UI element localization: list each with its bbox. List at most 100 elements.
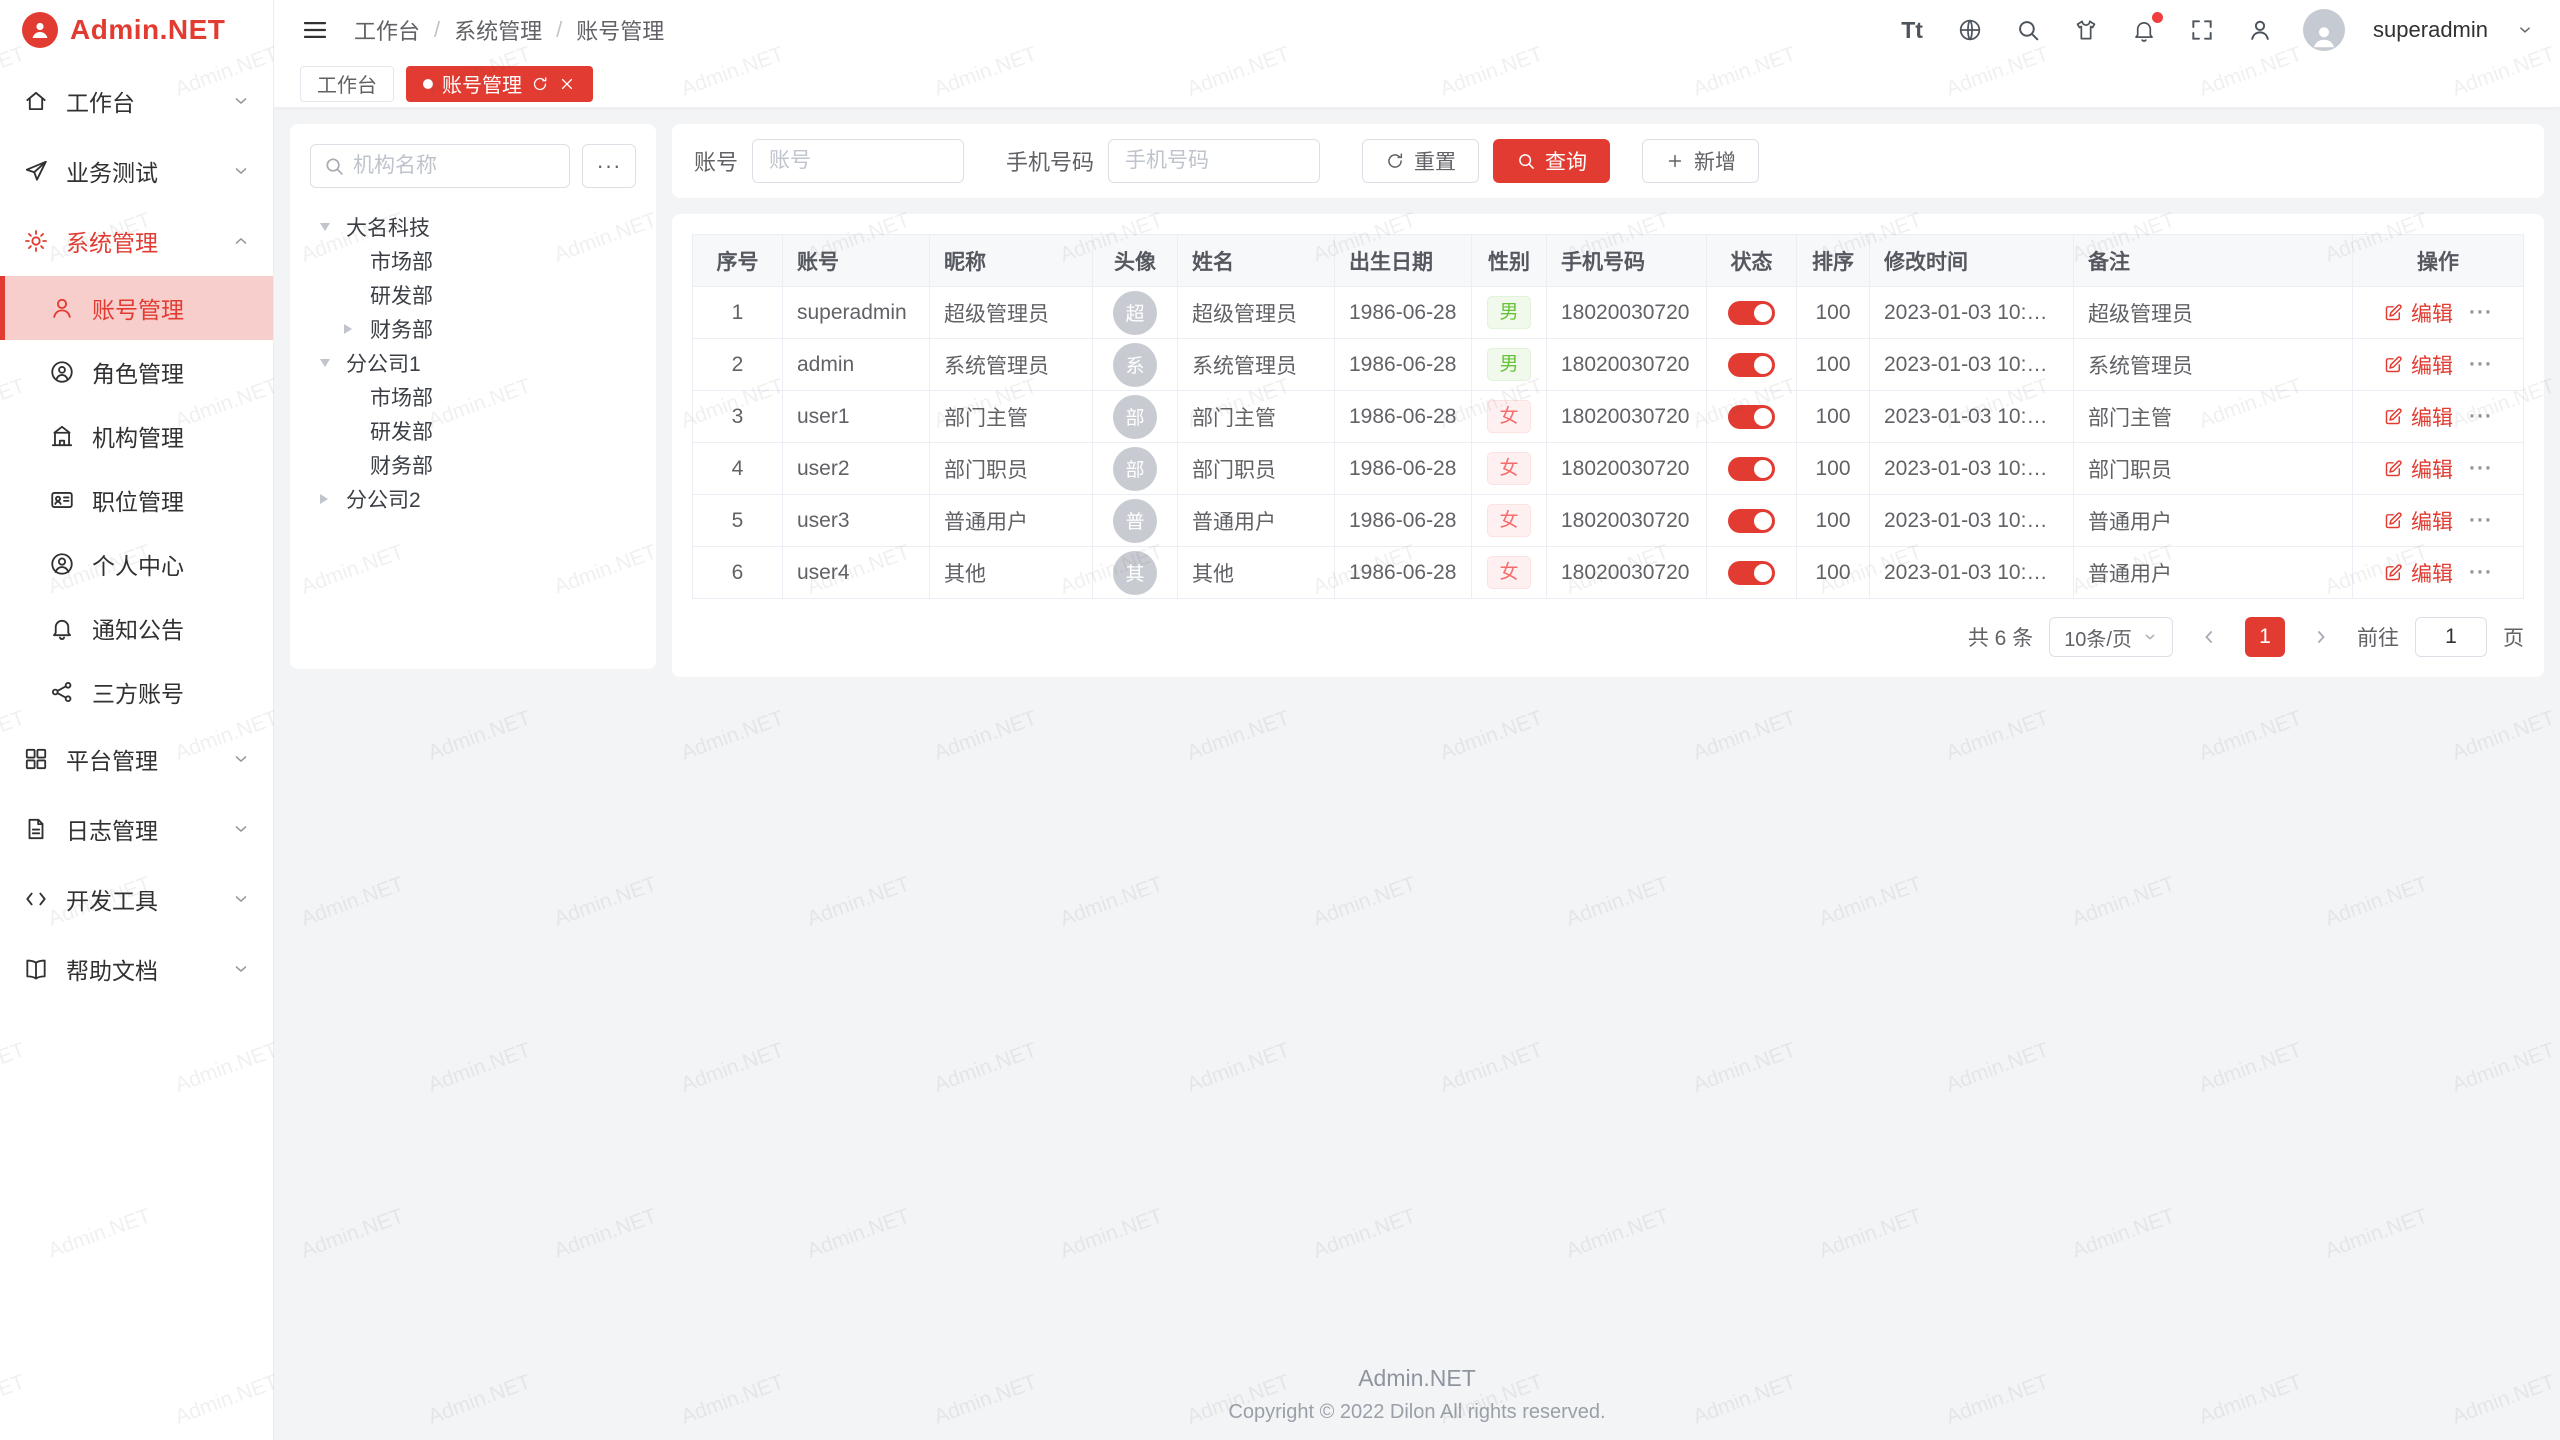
org-tree: 大名科技市场部研发部财务部分公司1市场部研发部财务部分公司2 bbox=[310, 210, 636, 516]
breadcrumb-item[interactable]: 账号管理 bbox=[576, 14, 664, 46]
sidebar-subitem-third-account[interactable]: 三方账号 bbox=[0, 660, 273, 724]
sidebar-item-help-docs[interactable]: 帮助文档 bbox=[0, 934, 273, 1004]
search-icon[interactable] bbox=[2013, 15, 2043, 45]
collapse-menu-icon[interactable] bbox=[300, 15, 330, 45]
tree-caret-icon[interactable] bbox=[320, 223, 346, 231]
cell-seq: 5 bbox=[693, 495, 783, 547]
tree-caret-icon[interactable] bbox=[320, 359, 346, 367]
org-more-button[interactable]: ··· bbox=[582, 144, 636, 188]
sidebar-item-dev-tools[interactable]: 开发工具 bbox=[0, 864, 273, 934]
tree-caret-icon[interactable] bbox=[320, 494, 346, 504]
breadcrumb-item[interactable]: 系统管理 bbox=[454, 14, 542, 46]
more-actions-button[interactable]: ··· bbox=[2469, 353, 2493, 376]
cell-modified-time: 2023-01-03 10:59:44 bbox=[1870, 547, 2074, 599]
sidebar-subitem-position[interactable]: 职位管理 bbox=[0, 468, 273, 532]
app-logo[interactable]: Admin.NET bbox=[0, 0, 273, 60]
breadcrumb-separator: / bbox=[556, 17, 562, 43]
notification-bell-icon[interactable] bbox=[2129, 15, 2159, 45]
tab-workbench[interactable]: 工作台 bbox=[300, 66, 394, 102]
edit-button[interactable]: 编辑 bbox=[2383, 350, 2453, 380]
sidebar-subitem-profile[interactable]: 个人中心 bbox=[0, 532, 273, 596]
search-button[interactable]: 查询 bbox=[1493, 139, 1610, 183]
prev-page-button[interactable] bbox=[2189, 617, 2229, 657]
status-toggle[interactable] bbox=[1728, 509, 1775, 533]
avatar[interactable] bbox=[2303, 9, 2345, 51]
sidebar-item-system-manage[interactable]: 系统管理 bbox=[0, 206, 273, 276]
cell-status bbox=[1707, 339, 1797, 391]
tree-node[interactable]: 财务部 bbox=[310, 312, 636, 346]
page-size-select[interactable]: 10条/页 bbox=[2049, 617, 2173, 657]
org-search-input[interactable] bbox=[353, 154, 557, 178]
add-button[interactable]: 新增 bbox=[1642, 139, 1759, 183]
sidebar-subitem-role[interactable]: 角色管理 bbox=[0, 340, 273, 404]
username[interactable]: superadmin bbox=[2373, 17, 2488, 43]
org-search-field[interactable] bbox=[310, 144, 570, 188]
page-number-current[interactable]: 1 bbox=[2245, 617, 2285, 657]
sidebar-subitem-account[interactable]: 账号管理 bbox=[0, 276, 273, 340]
tree-caret-icon[interactable] bbox=[344, 324, 370, 334]
account-input[interactable] bbox=[752, 139, 964, 183]
phone-input[interactable] bbox=[1108, 139, 1320, 183]
gender-badge: 女 bbox=[1487, 504, 1530, 538]
next-page-button[interactable] bbox=[2301, 617, 2341, 657]
cell-gender: 女 bbox=[1472, 391, 1547, 443]
user-badge-icon bbox=[48, 358, 76, 386]
table-row: 1superadmin超级管理员超超级管理员1986-06-28男1802003… bbox=[693, 287, 2524, 339]
more-actions-button[interactable]: ··· bbox=[2469, 561, 2493, 584]
sidebar-item-business-test[interactable]: 业务测试 bbox=[0, 136, 273, 206]
more-actions-button[interactable]: ··· bbox=[2469, 509, 2493, 532]
tab-refresh-icon[interactable] bbox=[531, 75, 549, 93]
cell-operations: 编辑 ··· bbox=[2353, 547, 2524, 599]
status-toggle[interactable] bbox=[1728, 405, 1775, 429]
tree-node[interactable]: 市场部 bbox=[310, 380, 636, 414]
edit-button[interactable]: 编辑 bbox=[2383, 506, 2453, 536]
table-row: 3user1部门主管部部门主管1986-06-28女18020030720100… bbox=[693, 391, 2524, 443]
sidebar-subitem-org[interactable]: 机构管理 bbox=[0, 404, 273, 468]
edit-button[interactable]: 编辑 bbox=[2383, 558, 2453, 588]
row-avatar: 部 bbox=[1113, 447, 1157, 491]
table-header-row: 序号账号昵称头像姓名出生日期性别手机号码状态排序修改时间备注操作 bbox=[693, 235, 2524, 287]
tree-node[interactable]: 财务部 bbox=[310, 448, 636, 482]
tree-node[interactable]: 市场部 bbox=[310, 244, 636, 278]
sidebar-item-workbench[interactable]: 工作台 bbox=[0, 66, 273, 136]
edit-button[interactable]: 编辑 bbox=[2383, 454, 2453, 484]
tree-node-label: 市场部 bbox=[370, 382, 433, 412]
goto-page-input[interactable] bbox=[2415, 617, 2487, 657]
fullscreen-icon[interactable] bbox=[2187, 15, 2217, 45]
status-toggle[interactable] bbox=[1728, 301, 1775, 325]
sidebar-item-platform-manage[interactable]: 平台管理 bbox=[0, 724, 273, 794]
tree-node[interactable]: 研发部 bbox=[310, 278, 636, 312]
cell-name: 部门主管 bbox=[1178, 391, 1335, 443]
user-circle-icon bbox=[48, 550, 76, 578]
theme-icon[interactable] bbox=[2071, 15, 2101, 45]
tree-node[interactable]: 分公司2 bbox=[310, 482, 636, 516]
language-icon[interactable] bbox=[1955, 15, 1985, 45]
logo-icon bbox=[22, 12, 58, 48]
edit-button[interactable]: 编辑 bbox=[2383, 298, 2453, 328]
font-size-icon[interactable]: Tt bbox=[1897, 15, 1927, 45]
cell-status bbox=[1707, 495, 1797, 547]
page-size-value: 10条/页 bbox=[2064, 623, 2132, 652]
sidebar-subitem-notice[interactable]: 通知公告 bbox=[0, 596, 273, 660]
more-actions-button[interactable]: ··· bbox=[2469, 301, 2493, 324]
status-toggle[interactable] bbox=[1728, 457, 1775, 481]
tree-node[interactable]: 分公司1 bbox=[310, 346, 636, 380]
tab-account-manage[interactable]: 账号管理 bbox=[406, 66, 593, 102]
sidebar-item-log-manage[interactable]: 日志管理 bbox=[0, 794, 273, 864]
breadcrumb-item[interactable]: 工作台 bbox=[354, 14, 420, 46]
edit-label: 编辑 bbox=[2411, 558, 2453, 588]
more-actions-button[interactable]: ··· bbox=[2469, 457, 2493, 480]
tree-node[interactable]: 大名科技 bbox=[310, 210, 636, 244]
tree-node-label: 财务部 bbox=[370, 450, 433, 480]
cell-operations: 编辑 ··· bbox=[2353, 443, 2524, 495]
reset-button[interactable]: 重置 bbox=[1362, 139, 1479, 183]
edit-button[interactable]: 编辑 bbox=[2383, 402, 2453, 432]
status-toggle[interactable] bbox=[1728, 353, 1775, 377]
chevron-down-icon[interactable] bbox=[2516, 21, 2534, 39]
table-row: 6user4其他其其他1986-06-28女180200307201002023… bbox=[693, 547, 2524, 599]
more-actions-button[interactable]: ··· bbox=[2469, 405, 2493, 428]
user-outline-icon[interactable] bbox=[2245, 15, 2275, 45]
tree-node[interactable]: 研发部 bbox=[310, 414, 636, 448]
tab-close-icon[interactable] bbox=[558, 75, 576, 93]
status-toggle[interactable] bbox=[1728, 561, 1775, 585]
